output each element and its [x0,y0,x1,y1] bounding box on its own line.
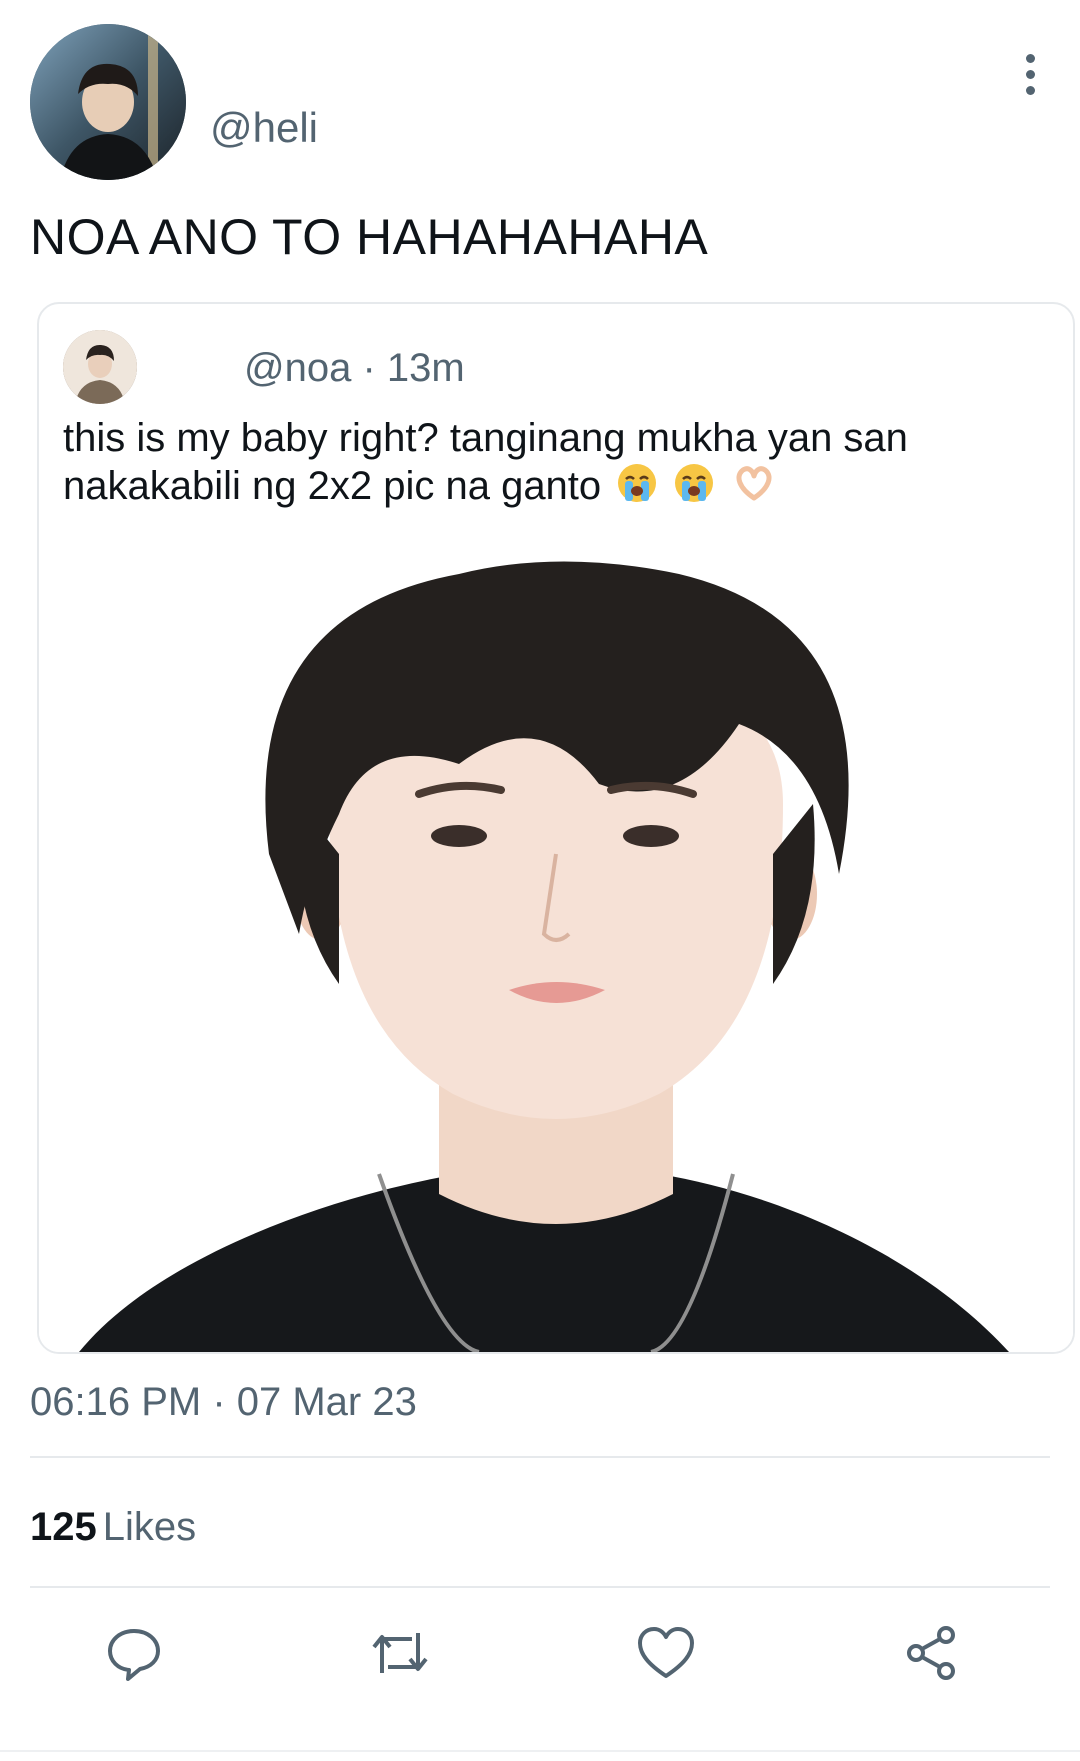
author-avatar[interactable] [30,24,186,180]
heart-icon [638,1627,694,1678]
quoted-text-content: this is my baby right? tanginang mukha y… [63,416,908,509]
quoted-meta: @noa · 13m [244,346,465,391]
likes-label: Likes [102,1505,197,1549]
tweet-text: NOA ANO TO HAHAHAHAHA [30,209,709,265]
action-bar [30,1605,1050,1705]
share-icon [907,1626,955,1680]
loudly-crying-face-icon [673,462,715,515]
author-handle[interactable]: @heli [210,104,318,152]
quoted-tweet-text: this is my baby right? tanginang mukha y… [63,414,1043,515]
likes-count[interactable]: 125 Likes [30,1505,196,1550]
retweet-icon [372,1633,428,1673]
retweet-button[interactable] [364,1617,436,1689]
like-button[interactable] [630,1617,702,1689]
share-button[interactable] [896,1617,968,1689]
quoted-time: 13m [386,346,465,390]
more-vertical-icon[interactable] [1010,54,1050,104]
tweet-header: @heli [30,24,1050,184]
quoted-photo[interactable] [39,554,1073,1352]
reply-icon [108,1629,160,1681]
quoted-handle[interactable]: @noa [244,346,351,390]
meta-separator: · [362,346,376,390]
quoted-author-avatar[interactable] [63,330,137,404]
quoted-tweet-card[interactable]: @noa · 13m this is my baby right? tangin… [37,302,1075,1354]
bottom-divider [0,1750,1080,1752]
divider [30,1456,1050,1458]
reply-button[interactable] [98,1617,170,1689]
heart-hands-icon [731,462,777,515]
tweet-timestamp: 06:16 PM · 07 Mar 23 [30,1380,417,1424]
loudly-crying-face-icon [616,462,658,515]
divider [30,1586,1050,1588]
likes-number: 125 [30,1505,97,1549]
